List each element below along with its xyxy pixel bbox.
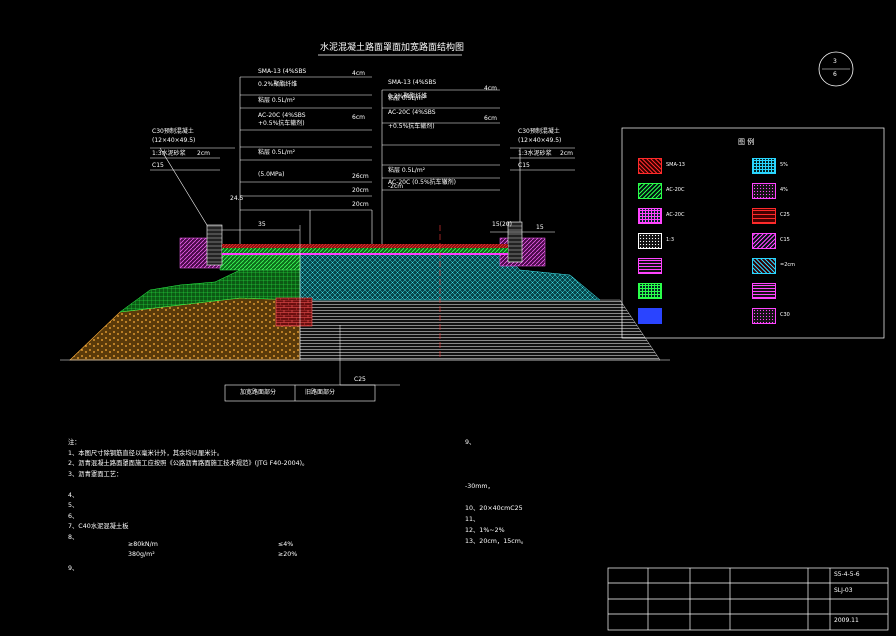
right-layer-thickness: 4cm — [484, 85, 497, 92]
legend-swatch — [752, 158, 776, 174]
legend-label: AC-20C — [666, 212, 685, 218]
title-block-cell: 2009.11 — [834, 617, 859, 624]
right-layer-label: AC-20C (4%SBS — [388, 109, 436, 116]
legend-swatch — [638, 183, 662, 199]
curb-left-mortar: 1:3水泥砂浆 — [152, 150, 186, 157]
legend-swatch — [752, 233, 776, 249]
legend-swatch — [752, 183, 776, 199]
right-layer-thickness: 6cm — [484, 115, 497, 122]
center-layer-label: 粘层 0.5L/m² — [258, 149, 296, 156]
center-layer-thickness: 4cm — [352, 70, 365, 77]
legend-label: AC-20C — [666, 187, 685, 193]
legend-swatch — [752, 283, 776, 299]
dim-left: 24.5 — [230, 195, 244, 202]
sheet-number-top: 3 — [833, 58, 837, 65]
center-layer-label: SMA-13 (4%SBS — [258, 68, 307, 75]
curb-right-size: (12×40×49.5) — [518, 137, 562, 144]
curb-left-size: (12×40×49.5) — [152, 137, 196, 144]
center-layer-label: (5.0MPa) — [258, 171, 285, 178]
legend-title: 图 例 — [738, 138, 755, 146]
sheet-number-bottom: 6 — [833, 71, 837, 78]
center-layer-thickness: 20cm — [352, 201, 369, 208]
notes-right: 9、 -30mm， 10、20×40cmC25 11、 12、1%~2% 13、20cm，… — [465, 439, 865, 560]
legend-label: SMA-13 — [666, 162, 685, 168]
note-line: 注： — [68, 439, 81, 446]
note-line: 9、 — [465, 439, 476, 446]
right-layer-label: -2cm — [388, 183, 404, 190]
center-layer-thickness: 20cm — [352, 187, 369, 194]
curb-left-title: C30预制混凝土 — [152, 128, 194, 135]
note-line: 11、 — [465, 516, 480, 523]
center-layer-label: 0.2%聚酯纤维 — [258, 81, 298, 88]
note-line: 2、沥青混凝土路面罩面施工应按照《公路沥青路面施工技术规范》(JTG F40-2… — [68, 460, 309, 467]
note-line: 8、 — [68, 533, 79, 541]
note-value: 380g/m² — [128, 551, 155, 558]
legend-swatch — [752, 258, 776, 274]
legend-label: C30 — [780, 312, 790, 318]
right-layer-label: +0.5%抗车辙剂) — [388, 123, 435, 130]
center-layer-label: AC-20C (4%SBS — [258, 112, 306, 119]
curb-left-mortar-thick: 2cm — [197, 150, 210, 157]
note-line: 1、本图尺寸除钢筋直径以毫米计外，其余均以厘米计。 — [68, 449, 224, 457]
note-line: 5、 — [68, 502, 79, 509]
title-block-cell: SLJ-03 — [834, 587, 853, 594]
legend-swatch — [752, 208, 776, 224]
legend-label: 5% — [780, 162, 788, 168]
note-value-x: ≤4% — [278, 541, 294, 548]
note-line: -30mm， — [465, 483, 494, 490]
dim-right-top: 15(20) — [492, 221, 512, 228]
curb-left-base: C15 — [152, 162, 164, 169]
note-line: 6、 — [68, 512, 79, 520]
legend-label: 4% — [780, 187, 788, 193]
curb-right-base: C15 — [518, 162, 530, 169]
legend-swatch — [638, 258, 662, 274]
legend-label: C15 — [780, 237, 790, 243]
note-line: 7、C40水泥混凝土板 — [68, 523, 129, 530]
right-layer-label: SMA-13 (4%SBS — [388, 79, 437, 86]
note-line: 4、 — [68, 491, 79, 499]
curb-right-title: C30预制混凝土 — [518, 128, 560, 135]
note-line: 12、1%~2% — [465, 527, 505, 534]
right-layer-label: 粘层 0.5L/m² — [388, 95, 426, 102]
title-block-cell: S5-4-5-6 — [834, 571, 860, 578]
note-value: ≥80kN/m — [128, 541, 158, 548]
center-layer-thickness: 6cm — [352, 114, 365, 121]
legend-label: 1:3 — [666, 237, 675, 243]
curb-right-mortar: 1:3水泥砂浆 — [518, 150, 552, 157]
legend-swatch — [638, 158, 662, 174]
legend-label: C25 — [780, 212, 790, 218]
pavement-cross-section — [60, 221, 670, 386]
center-layer-label: +0.5%抗车辙剂) — [258, 120, 305, 127]
dim-right-15: 15 — [536, 224, 544, 231]
section-label-right: 旧路面部分 — [305, 389, 336, 396]
legend-swatch — [638, 208, 662, 224]
bottom-label-c25: C25 — [354, 376, 366, 383]
note-line: 13、20cm，15cm。 — [465, 538, 528, 545]
drawing-title: 水泥混凝土路面罩面加宽路面结构图 — [320, 43, 465, 53]
note-line: 3、沥青罩面工艺： — [68, 470, 123, 478]
legend-swatch — [638, 308, 662, 324]
note-value-x: ≥20% — [278, 551, 298, 558]
section-label-left: 加宽路面部分 — [240, 389, 277, 396]
center-layer-thickness: 26cm — [352, 173, 369, 180]
note-line: 9、 — [68, 565, 79, 572]
note-line: 10、20×40cmC25 — [465, 505, 523, 512]
right-layer-label: 粘层 0.5L/m² — [388, 167, 426, 174]
legend-swatch — [638, 233, 662, 249]
curb-right-mortar-thick: 2cm — [560, 150, 573, 157]
legend-swatch — [638, 283, 662, 299]
legend-label: =2cm — [780, 262, 795, 268]
legend-swatch — [752, 308, 776, 324]
notes-left: 注： 1、本图尺寸除钢筋直径以毫米计外，其余均以厘米计。 2、沥青混凝土路面罩面施工… — [68, 439, 448, 572]
dim-left-35: 35 — [258, 221, 266, 228]
center-layer-label: 粘层 0.5L/m² — [258, 97, 296, 104]
